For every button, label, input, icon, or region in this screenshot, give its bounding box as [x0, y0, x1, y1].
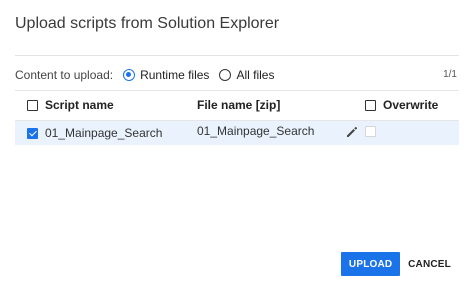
overwrite-all-checkbox[interactable] [365, 99, 376, 111]
runtime-files-radio[interactable] [123, 69, 136, 81]
content-options-row: Content to upload: Runtime files All fil… [15, 67, 459, 83]
title-divider [15, 55, 459, 56]
file-name-header: File name [zip] [197, 98, 280, 112]
row-overwrite-checkbox[interactable] [365, 126, 376, 137]
cancel-button[interactable]: CANCEL [400, 252, 459, 276]
script-name-header-label: Script name [45, 98, 114, 112]
all-files-radio[interactable] [219, 69, 232, 81]
scripts-table: Script name File name [zip] Overwrite 01… [15, 90, 459, 145]
table-row[interactable]: 01_Mainpage_Search 01_Mainpage_Search [15, 121, 459, 145]
overwrite-cell [365, 126, 383, 137]
overwrite-header-label: Overwrite [383, 98, 439, 112]
file-name-cell: 01_Mainpage_Search [197, 124, 314, 138]
page-count: 1/1 [443, 69, 457, 80]
all-files-label: All files [236, 68, 275, 82]
upload-button[interactable]: UPLOAD [341, 252, 401, 276]
table-header: Script name File name [zip] Overwrite [15, 90, 459, 121]
row-select-checkbox[interactable] [27, 127, 38, 139]
dialog-buttons: UPLOAD CANCEL [341, 252, 459, 276]
select-all-checkbox[interactable] [27, 99, 38, 111]
content-to-upload-label: Content to upload: [15, 68, 114, 82]
overwrite-header: Overwrite [365, 98, 438, 112]
script-name-cell: 01_Mainpage_Search [27, 126, 162, 140]
all-files-option[interactable]: All files [219, 68, 274, 82]
script-name-header: Script name [27, 98, 114, 112]
runtime-files-option[interactable]: Runtime files [123, 68, 209, 82]
dialog-title: Upload scripts from Solution Explorer [15, 15, 280, 32]
file-name-value: 01_Mainpage_Search [197, 124, 315, 138]
upload-scripts-dialog: Upload scripts from Solution Explorer Co… [0, 0, 474, 291]
runtime-files-label: Runtime files [140, 68, 210, 82]
file-name-header-label: File name [zip] [197, 98, 281, 112]
pencil-icon[interactable] [346, 126, 358, 138]
script-name-value: 01_Mainpage_Search [45, 126, 163, 140]
